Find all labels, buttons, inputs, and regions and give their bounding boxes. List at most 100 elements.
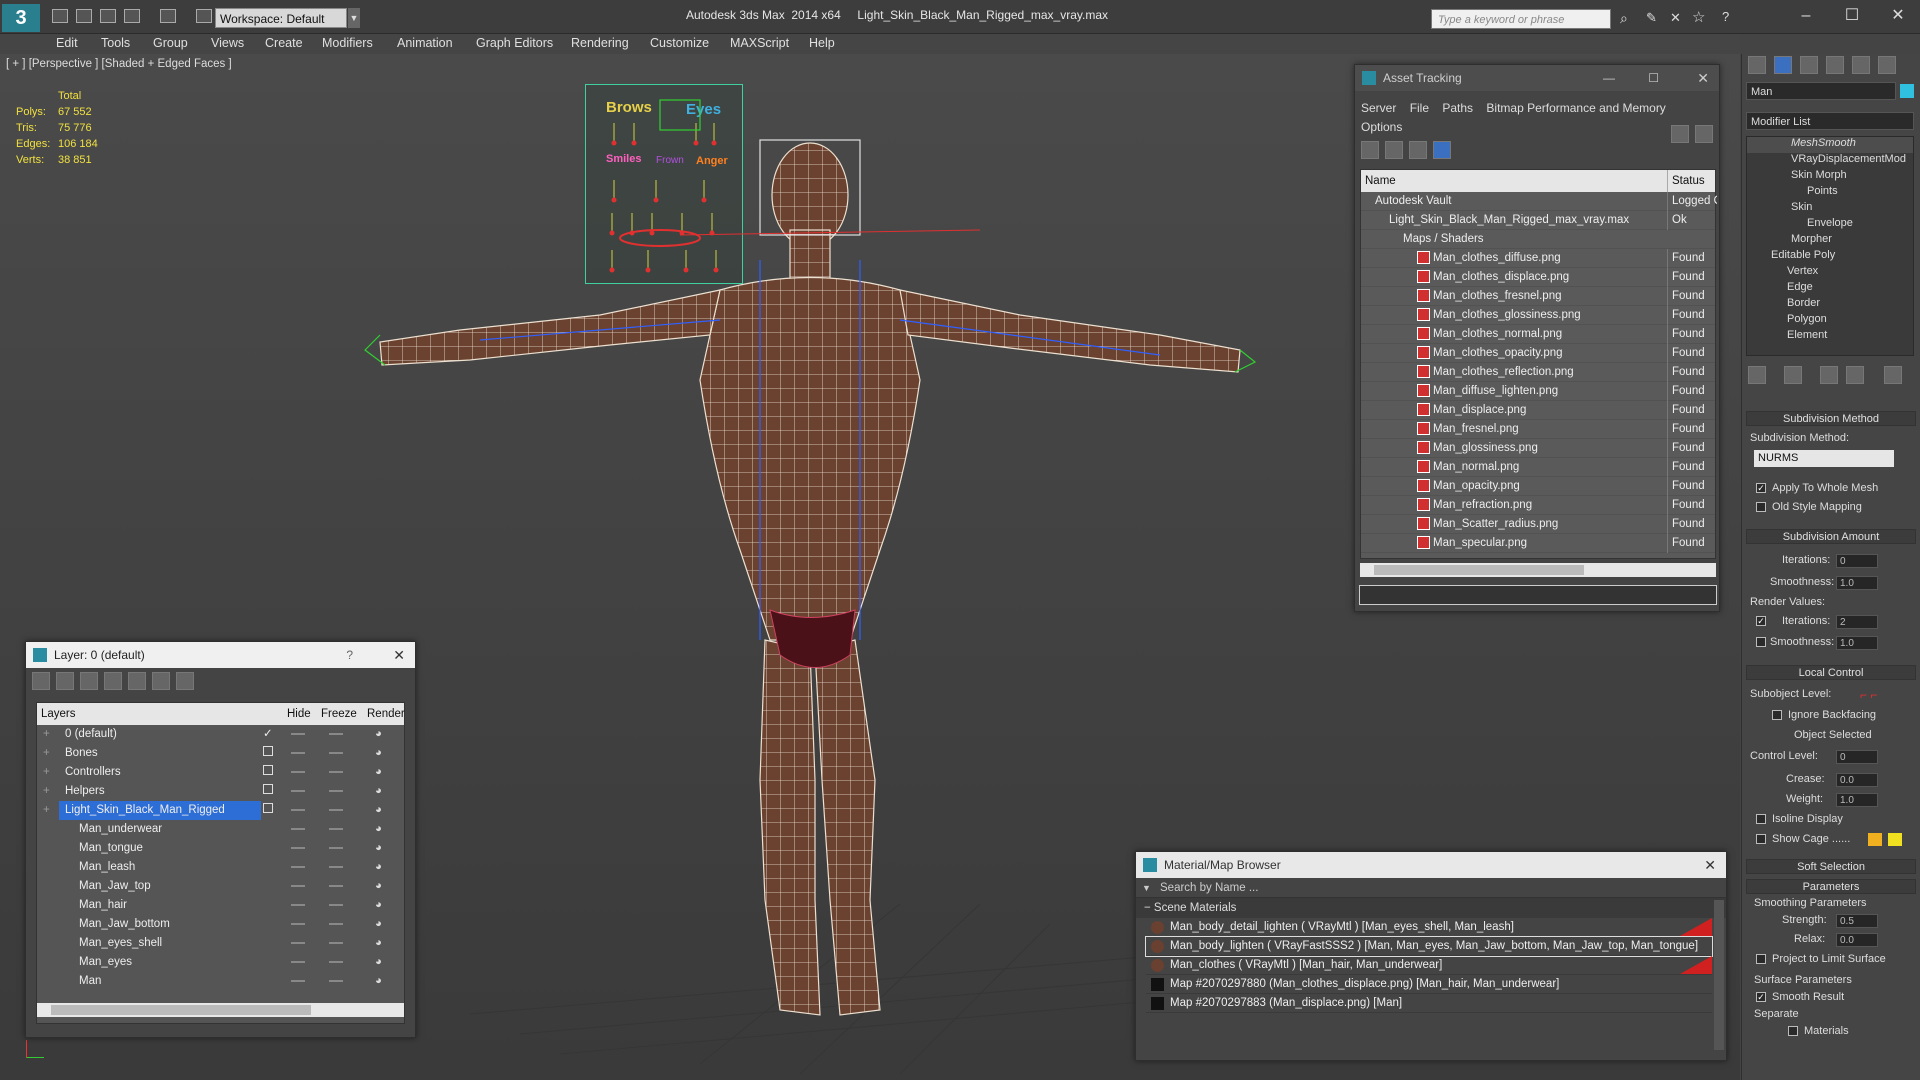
asset-row[interactable]: Man_glossiness.png Found bbox=[1361, 439, 1715, 458]
modifier-list-dropdown[interactable]: Modifier List bbox=[1746, 112, 1914, 130]
menu-maxscript[interactable]: MAXScript bbox=[730, 36, 789, 50]
current-layer-checkbox[interactable] bbox=[263, 744, 273, 763]
subdivision-amount-rollup[interactable]: Subdivision Amount bbox=[1746, 529, 1916, 544]
layer-name[interactable]: Man_underwear bbox=[73, 820, 261, 839]
maximize-button[interactable]: ☐ bbox=[1832, 5, 1872, 27]
crease-spinner[interactable]: 0.0 bbox=[1836, 773, 1878, 787]
search-options-icon[interactable]: ▼ bbox=[1142, 878, 1151, 898]
materials-checkbox[interactable] bbox=[1788, 1026, 1798, 1036]
hide-toggle[interactable] bbox=[291, 725, 305, 744]
layer-row[interactable]: Light_Skin_Black_Man_Rigged + ◕ bbox=[37, 801, 404, 820]
layer-row[interactable]: 0 (default) + ✓ ◕ bbox=[37, 725, 404, 744]
freeze-toggle[interactable] bbox=[329, 763, 343, 782]
freeze-toggle[interactable] bbox=[329, 877, 343, 896]
soft-selection-rollup[interactable]: Soft Selection bbox=[1746, 859, 1916, 874]
asset-path-field[interactable] bbox=[1359, 585, 1717, 605]
modifier-stack-item[interactable]: MeshSmooth bbox=[1747, 137, 1913, 153]
modifier-stack-item[interactable]: Border bbox=[1747, 297, 1913, 313]
table-icon[interactable] bbox=[1409, 141, 1427, 159]
cage-color-swatch[interactable] bbox=[1868, 833, 1882, 846]
asset-tracking-titlebar[interactable]: Asset Tracking — ☐ ✕ bbox=[1355, 65, 1719, 91]
render-teapot-icon[interactable]: ◕ bbox=[375, 763, 382, 782]
undo-icon[interactable] bbox=[124, 9, 140, 23]
menu-animation[interactable]: Animation bbox=[397, 36, 453, 50]
render-teapot-icon[interactable]: ◕ bbox=[375, 877, 382, 896]
freeze-toggle[interactable] bbox=[329, 820, 343, 839]
col-name[interactable]: Name bbox=[1365, 170, 1396, 192]
freeze-toggle[interactable] bbox=[329, 725, 343, 744]
current-layer-checkbox[interactable]: ✓ bbox=[263, 725, 273, 744]
layer-name[interactable]: Man_hair bbox=[73, 896, 261, 915]
close-button[interactable]: ✕ bbox=[393, 642, 405, 668]
weight-spinner[interactable]: 1.0 bbox=[1836, 793, 1878, 807]
asset-row[interactable]: Man_normal.png Found bbox=[1361, 458, 1715, 477]
asset-row[interactable]: Man_clothes_normal.png Found bbox=[1361, 325, 1715, 344]
asset-menu-paths[interactable]: Paths bbox=[1442, 99, 1473, 118]
new-icon[interactable] bbox=[52, 9, 68, 23]
layer-titlebar[interactable]: Layer: 0 (default) ? ✕ bbox=[26, 642, 415, 668]
star-icon[interactable]: ☆ bbox=[1692, 8, 1705, 26]
menu-graph-editors[interactable]: Graph Editors bbox=[476, 36, 553, 50]
layer-name[interactable]: Controllers bbox=[59, 763, 261, 782]
display-tab-icon[interactable] bbox=[1852, 56, 1870, 74]
redo-icon[interactable] bbox=[160, 9, 176, 23]
subdivision-method-select[interactable]: NURMS bbox=[1754, 450, 1894, 467]
render-smoothness-spinner[interactable]: 1.0 bbox=[1836, 636, 1878, 650]
jaw-control[interactable] bbox=[619, 229, 701, 247]
hide-toggle[interactable] bbox=[291, 953, 305, 972]
scrollbar-thumb[interactable] bbox=[1374, 565, 1584, 575]
close-button[interactable]: ✕ bbox=[1704, 852, 1716, 878]
col-layers[interactable]: Layers bbox=[41, 703, 76, 725]
close-button[interactable]: ✕ bbox=[1878, 5, 1918, 27]
layer-row[interactable]: Man_Jaw_top ◕ bbox=[37, 877, 404, 896]
subdivision-method-rollup[interactable]: Subdivision Method bbox=[1746, 411, 1916, 426]
modifier-stack-item[interactable]: Morpher bbox=[1747, 233, 1913, 249]
render-teapot-icon[interactable]: ◕ bbox=[375, 858, 382, 877]
isoline-display-checkbox[interactable] bbox=[1756, 814, 1766, 824]
current-layer-checkbox[interactable] bbox=[263, 801, 273, 820]
hierarchy-tab-icon[interactable] bbox=[1800, 56, 1818, 74]
layer-name[interactable]: Man bbox=[73, 972, 261, 991]
layer-row[interactable]: Man_eyes_shell ◕ bbox=[37, 934, 404, 953]
asset-row[interactable]: Autodesk Vault Logged O bbox=[1361, 192, 1717, 211]
layer-row[interactable]: Bones + ◕ bbox=[37, 744, 404, 763]
project-limit-checkbox[interactable] bbox=[1756, 954, 1766, 964]
asset-row[interactable]: Light_Skin_Black_Man_Rigged_max_vray.max… bbox=[1361, 211, 1715, 230]
layer-row[interactable]: Man_hair ◕ bbox=[37, 896, 404, 915]
matbrowser-search[interactable]: ▼ Search by Name ... bbox=[1136, 878, 1726, 898]
layer-row[interactable]: Man_tongue ◕ bbox=[37, 839, 404, 858]
matbrowser-vertical-scrollbar[interactable] bbox=[1714, 900, 1724, 1050]
add-icon[interactable] bbox=[80, 672, 98, 690]
hide-toggle[interactable] bbox=[291, 896, 305, 915]
binoculars-icon[interactable]: ⌕ bbox=[1620, 10, 1628, 27]
search-input[interactable]: Type a keyword or phrase bbox=[1431, 9, 1611, 29]
expand-icon[interactable]: + bbox=[43, 725, 50, 744]
layer-row[interactable]: Man_eyes ◕ bbox=[37, 953, 404, 972]
freeze-toggle[interactable] bbox=[329, 782, 343, 801]
freeze-all-icon[interactable] bbox=[176, 672, 194, 690]
material-map-browser[interactable]: Material/Map Browser ✕ ▼ Search by Name … bbox=[1135, 851, 1727, 1061]
modifier-stack-item[interactable]: Vertex bbox=[1747, 265, 1913, 281]
hide-toggle[interactable] bbox=[291, 934, 305, 953]
help-icon[interactable]: ? bbox=[1722, 9, 1729, 24]
maximize-button[interactable]: ☐ bbox=[1648, 65, 1659, 91]
modifier-stack-item[interactable]: VRayDisplacementMod bbox=[1747, 153, 1913, 169]
asset-row[interactable]: Man_diffuse_lighten.png Found bbox=[1361, 382, 1715, 401]
asset-row[interactable]: Man_opacity.png Found bbox=[1361, 477, 1715, 496]
hide-toggle[interactable] bbox=[291, 915, 305, 934]
subobject-vertex-icon[interactable]: ⌐ ⌐ bbox=[1860, 688, 1877, 702]
render-iterations-checkbox[interactable]: ✓ bbox=[1756, 616, 1766, 626]
modifier-stack-item[interactable]: Editable Poly bbox=[1747, 249, 1913, 265]
create-tab-icon[interactable] bbox=[1748, 56, 1766, 74]
help-button[interactable]: ? bbox=[346, 642, 353, 668]
layer-row[interactable]: Controllers + ◕ bbox=[37, 763, 404, 782]
col-render[interactable]: Render bbox=[367, 703, 405, 725]
col-hide[interactable]: Hide bbox=[287, 703, 311, 725]
hide-toggle[interactable] bbox=[291, 877, 305, 896]
collapse-icon[interactable]: − bbox=[1144, 902, 1154, 914]
smoothness-spinner[interactable]: 1.0 bbox=[1836, 576, 1878, 590]
render-teapot-icon[interactable]: ◕ bbox=[375, 934, 382, 953]
project-folder-icon[interactable] bbox=[196, 9, 212, 23]
show-end-result-icon[interactable] bbox=[1784, 366, 1802, 384]
asset-row[interactable]: Man_clothes_reflection.png Found bbox=[1361, 363, 1715, 382]
